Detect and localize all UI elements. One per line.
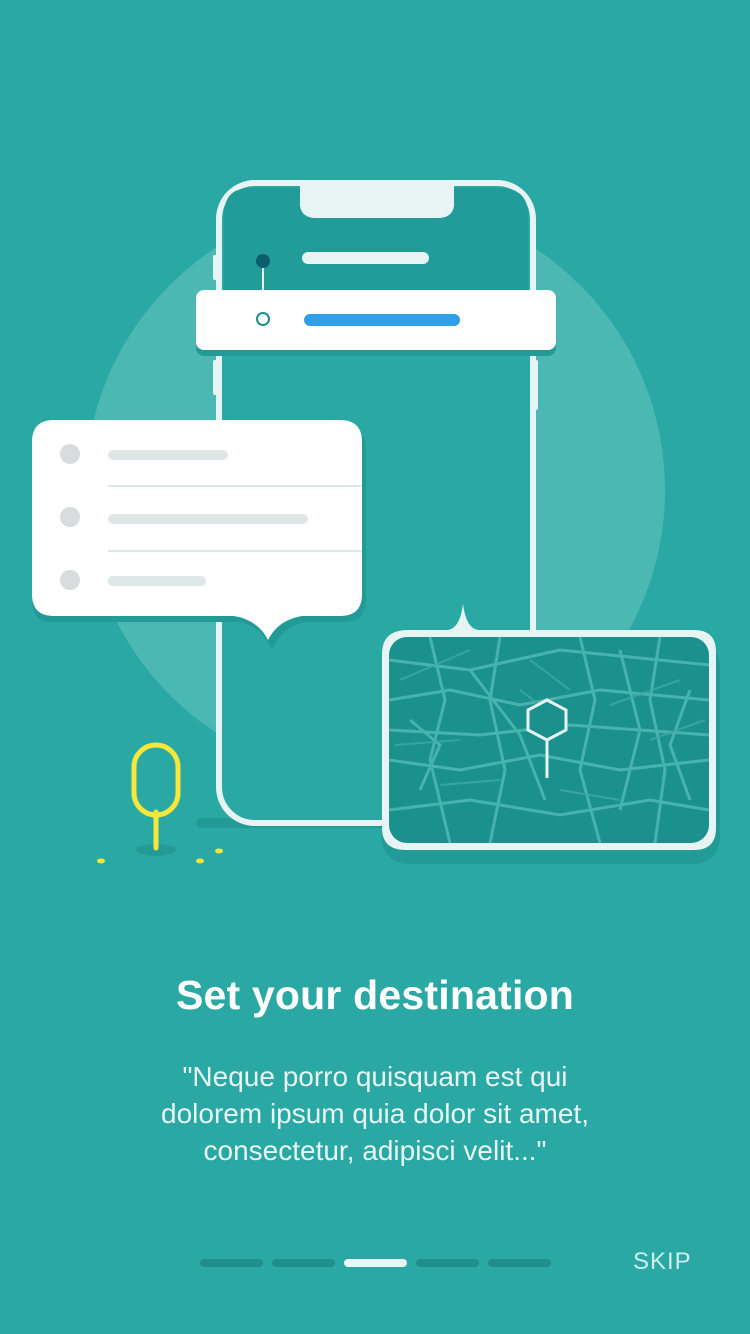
onboarding-subtitle: "Neque porro quisquam est qui dolorem ip… [100,1058,650,1169]
subtitle-line: dolorem ipsum quia dolor sit amet, [161,1098,589,1129]
page-indicator-dot-2[interactable] [272,1259,335,1267]
onboarding-title: Set your destination [175,972,575,1018]
subtitle-line: consectetur, adipisci velit..." [203,1135,547,1166]
subtitle-line: "Neque porro quisquam est qui [182,1061,568,1092]
page-indicator-dot-4[interactable] [416,1259,479,1267]
list-bubble-illustration [32,420,366,650]
location-pin-icon [526,698,568,742]
route-card-illustration [196,290,556,356]
skip-button[interactable]: SKIP [633,1248,692,1276]
map-card-illustration [382,604,720,864]
page-indicator-dot-5[interactable] [488,1259,551,1267]
onboarding-illustration [32,180,720,864]
map-pin-icon [97,742,223,864]
page-indicator-dot-3-active[interactable] [344,1259,407,1267]
page-indicator [200,1259,551,1267]
page-indicator-dot-1[interactable] [200,1259,263,1267]
